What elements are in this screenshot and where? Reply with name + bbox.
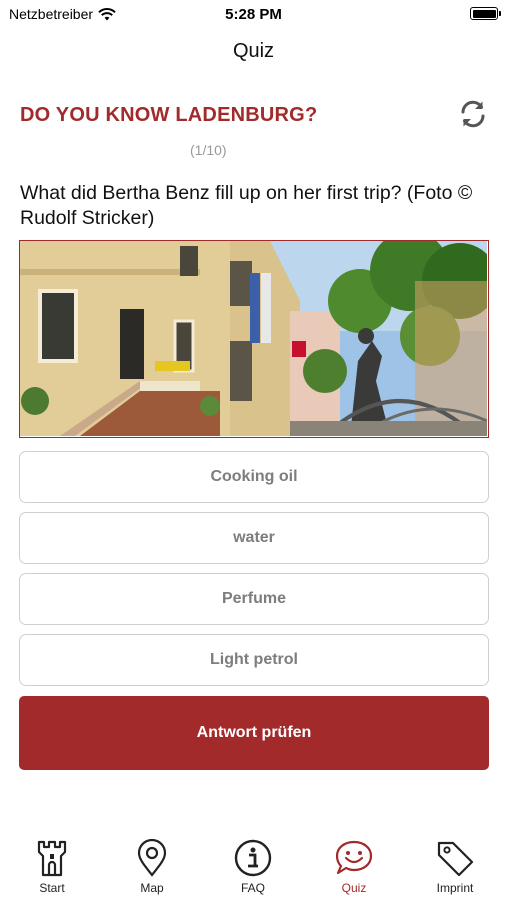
question-text: What did Bertha Benz fill up on her firs… [20,182,473,229]
quiz-heading: DO YOU KNOW LADENBURG? [20,104,318,126]
map-pin-icon [137,839,167,877]
answer-label: water [233,529,275,546]
tab-bar: Start Map FAQ Quiz Imprint [0,838,507,900]
refresh-button[interactable] [455,96,491,132]
refresh-icon [461,100,485,128]
info-icon [234,839,272,877]
answer-option[interactable]: Perfume [19,573,489,625]
battery-icon [470,7,501,20]
tag-icon [437,841,474,877]
tab-label: Quiz [341,881,367,895]
answer-option[interactable]: Cooking oil [19,451,489,503]
answer-option[interactable]: water [19,512,489,564]
answer-label: Light petrol [210,651,298,668]
check-answer-button[interactable]: Antwort prüfen [19,696,489,770]
question-progress: (1/10) [190,142,227,158]
tab-map[interactable]: Map [112,838,192,900]
tab-start[interactable]: Start [12,838,92,900]
tab-quiz[interactable]: Quiz [314,838,394,900]
tab-faq[interactable]: FAQ [213,838,293,900]
status-time: 5:28 PM [225,6,282,23]
question-photo [19,240,489,438]
answer-label: Perfume [221,590,287,607]
tower-icon [37,840,67,877]
tab-imprint[interactable]: Imprint [415,838,495,900]
page-title: Quiz [232,40,275,62]
tab-label: FAQ [240,881,265,895]
check-answer-label: Antwort prüfen [196,724,312,741]
answer-option[interactable]: Light petrol [19,634,489,686]
smiley-chat-icon [335,840,373,875]
tab-label: Imprint [436,881,474,895]
tab-label: Start [39,881,65,895]
status-bar: Netzbetreiber 5:28 PM [0,0,507,30]
tab-label: Map [140,881,164,895]
answer-label: Cooking oil [210,468,298,485]
